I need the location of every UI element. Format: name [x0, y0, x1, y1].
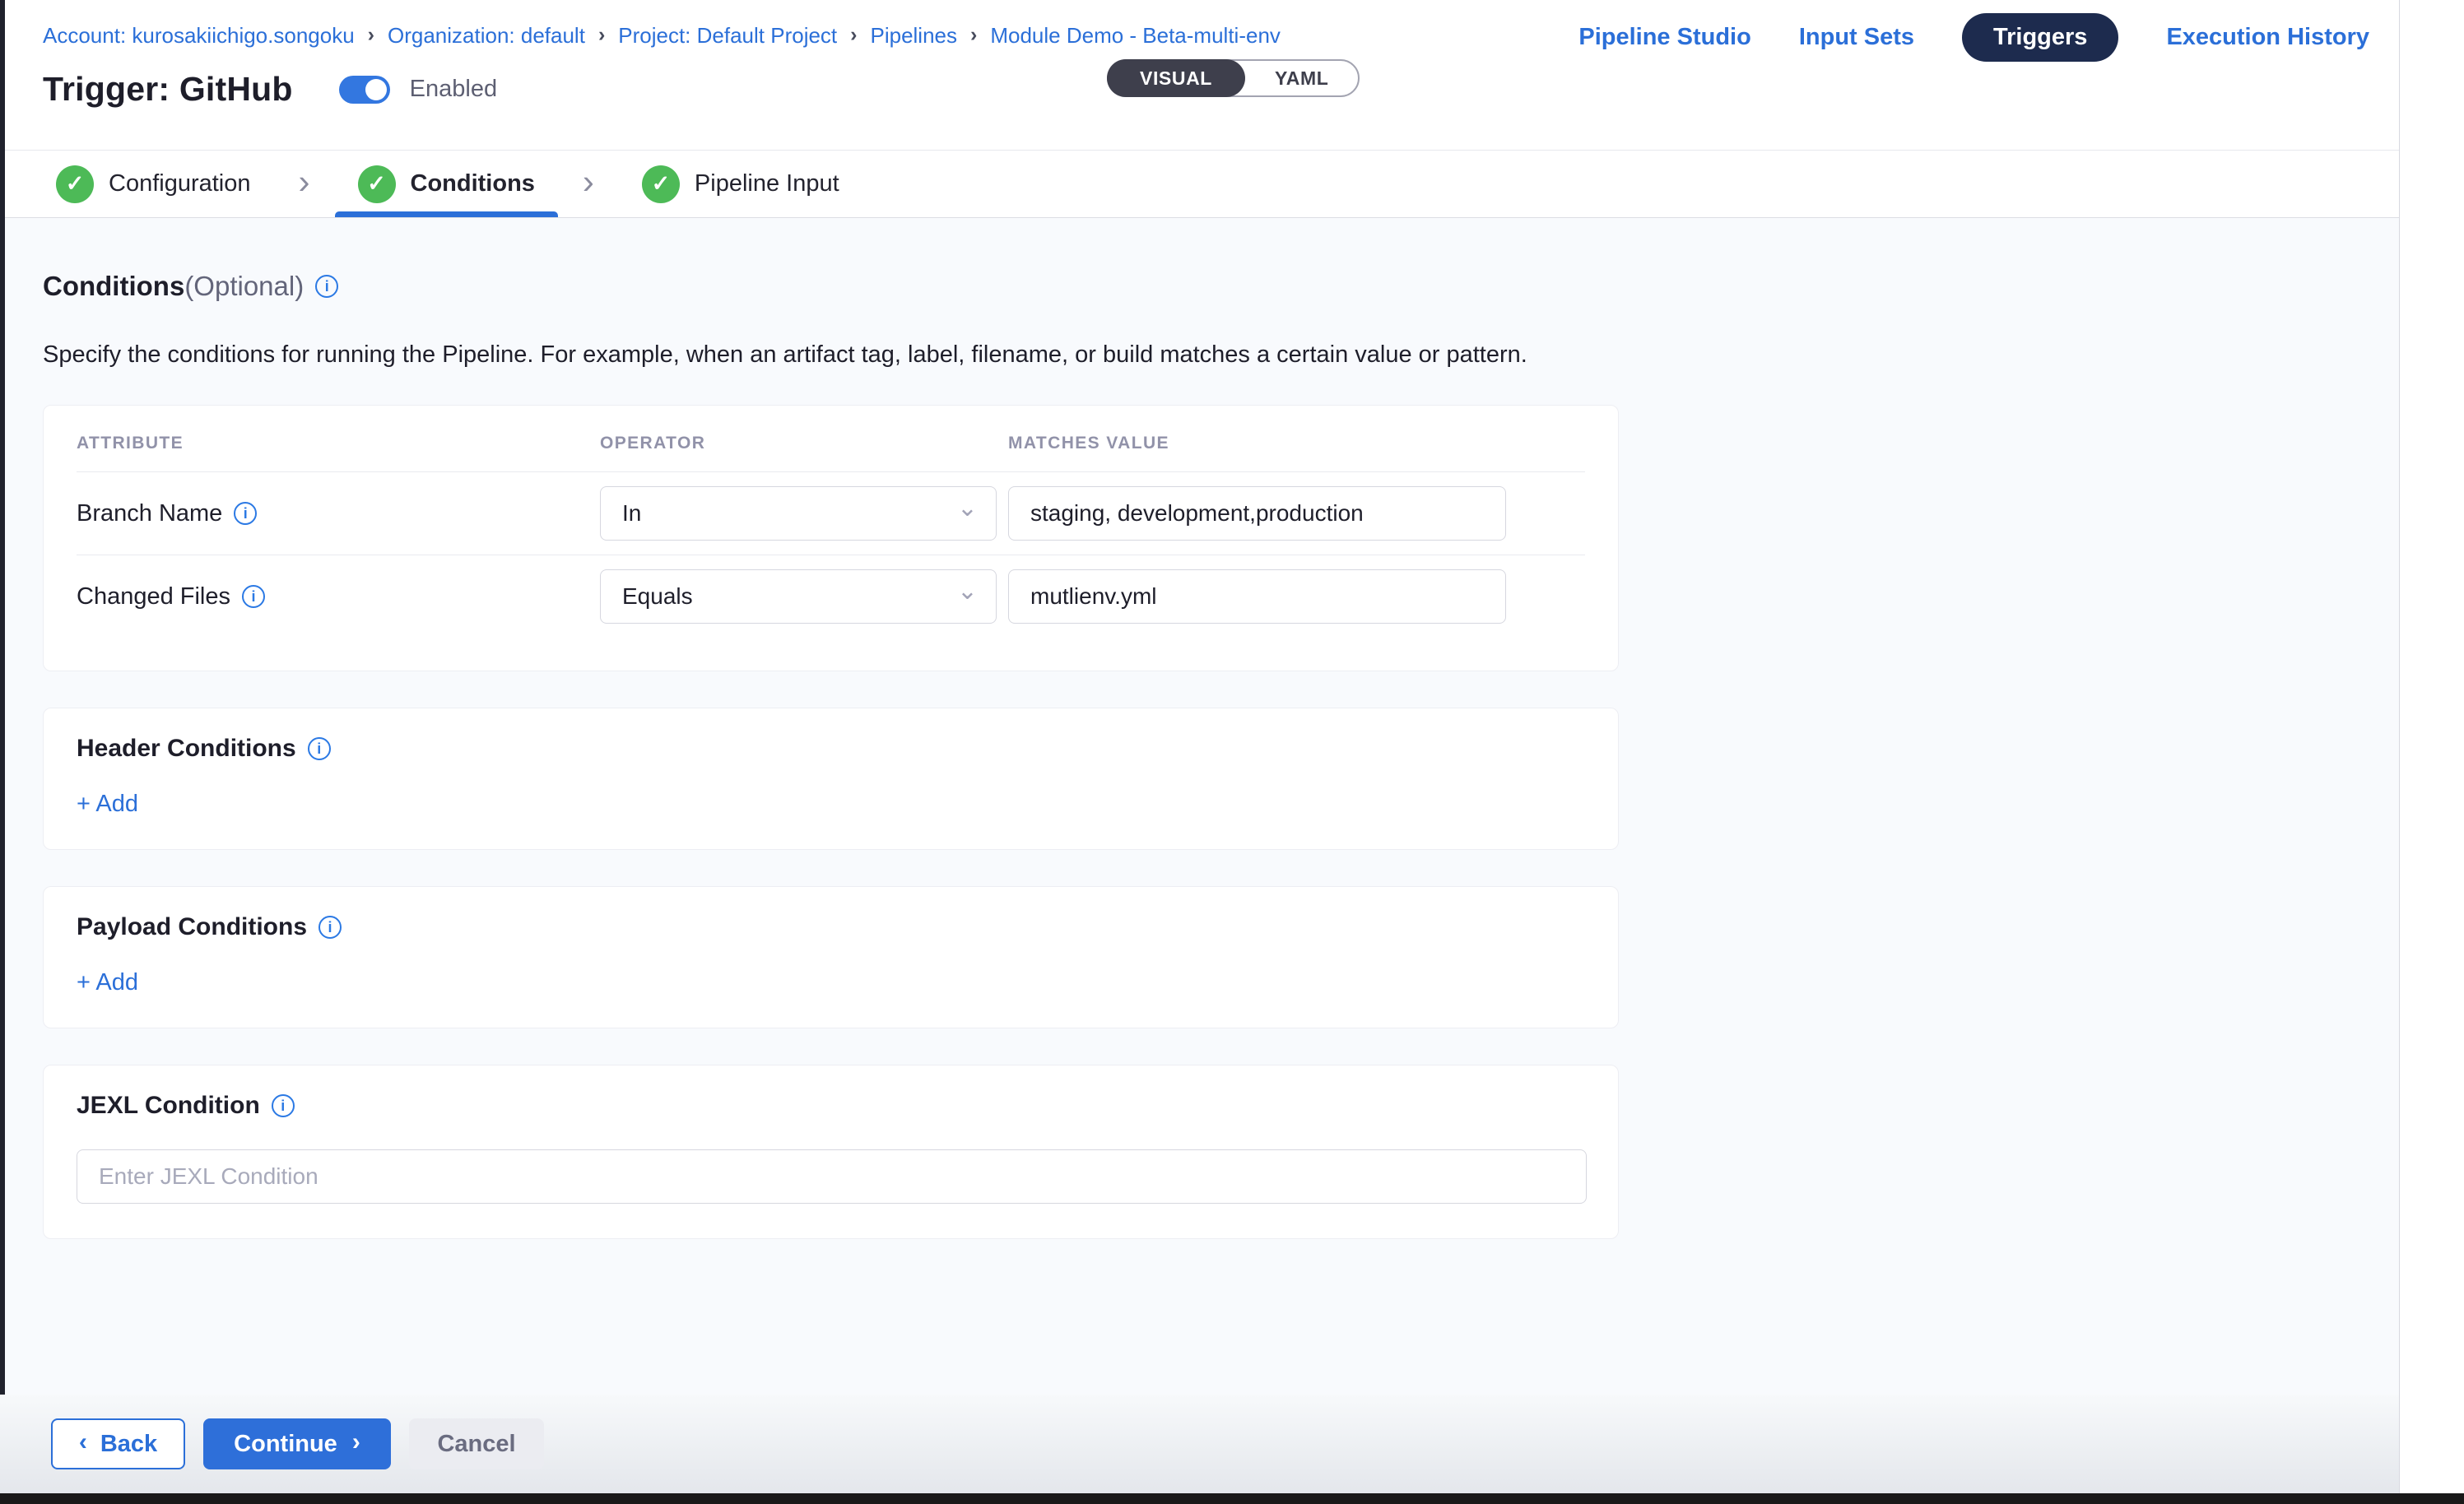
matches-value-input[interactable]: [1008, 486, 1506, 541]
info-icon[interactable]: i: [234, 502, 257, 525]
add-payload-condition-button[interactable]: + Add: [77, 969, 138, 996]
app-root: Account: kurosakiichigo.songoku › Organi…: [0, 0, 2464, 1504]
check-circle-icon: ✓: [56, 165, 94, 203]
header-conditions-card: Header Conditions i + Add: [43, 708, 1619, 850]
info-icon[interactable]: i: [308, 737, 331, 760]
column-header-attribute: ATTRIBUTE: [77, 434, 588, 453]
conditions-optional-text: (Optional): [184, 271, 304, 302]
chevron-down-icon: ⌄: [957, 496, 978, 521]
section-title-text: Header Conditions: [77, 735, 296, 763]
toggle-knob: [365, 79, 387, 100]
pipeline-top-nav: Pipeline Studio Input Sets Triggers Exec…: [1578, 13, 2369, 62]
chevron-down-icon: ⌄: [957, 579, 978, 604]
attribute-label: Branch Name i: [77, 500, 588, 527]
back-button-label: Back: [100, 1431, 157, 1458]
chevron-right-icon: ›: [583, 162, 594, 202]
wizard-footer: ‹ Back Continue › Cancel: [0, 1395, 2399, 1504]
column-header-matches-value: MATCHES VALUE: [1008, 434, 1506, 453]
conditions-panel: Conditions (Optional) i Specify the cond…: [0, 218, 2399, 1395]
info-icon[interactable]: i: [315, 275, 338, 298]
step-label: Conditions: [411, 170, 535, 197]
cancel-button[interactable]: Cancel: [409, 1418, 544, 1469]
visual-yaml-toggle: VISUAL YAML: [1107, 59, 1360, 97]
chevron-right-icon: ›: [598, 23, 605, 47]
cancel-button-label: Cancel: [437, 1431, 515, 1458]
step-label: Configuration: [109, 170, 251, 197]
section-title-text: Payload Conditions: [77, 913, 307, 941]
breadcrumb-link-pipelines[interactable]: Pipelines: [870, 23, 957, 49]
chevron-right-icon: ›: [970, 23, 977, 47]
info-icon[interactable]: i: [318, 916, 342, 939]
step-label: Pipeline Input: [695, 170, 839, 197]
operator-select[interactable]: In ⌄: [600, 486, 997, 541]
operator-selected-value: In: [622, 500, 641, 527]
back-button[interactable]: ‹ Back: [51, 1418, 185, 1469]
column-header-operator: OPERATOR: [600, 434, 997, 453]
operator-selected-value: Equals: [622, 583, 693, 610]
yaml-toggle-option[interactable]: YAML: [1245, 61, 1358, 95]
page-header: Account: kurosakiichigo.songoku › Organi…: [0, 0, 2399, 151]
right-side-panel: [2399, 0, 2464, 1504]
conditions-table-header: ATTRIBUTE OPERATOR MATCHES VALUE: [77, 434, 1585, 471]
matches-value-input[interactable]: [1008, 569, 1506, 624]
info-icon[interactable]: i: [272, 1094, 295, 1117]
breadcrumb-link-account[interactable]: Account: kurosakiichigo.songoku: [43, 23, 355, 49]
check-circle-icon: ✓: [642, 165, 680, 203]
payload-conditions-card: Payload Conditions i + Add: [43, 886, 1619, 1028]
add-header-condition-button[interactable]: + Add: [77, 791, 138, 818]
collapsed-sidebar-edge: [0, 0, 5, 1395]
main-column: Account: kurosakiichigo.songoku › Organi…: [0, 0, 2399, 1504]
attribute-name: Branch Name: [77, 500, 222, 527]
conditions-heading-text: Conditions: [43, 271, 184, 302]
attribute-name: Changed Files: [77, 583, 230, 610]
enabled-label: Enabled: [410, 76, 497, 103]
check-circle-icon: ✓: [358, 165, 396, 203]
nav-input-sets[interactable]: Input Sets: [1799, 24, 1914, 51]
info-icon[interactable]: i: [242, 585, 265, 608]
bottom-screen-edge: [0, 1493, 2464, 1504]
table-row: Branch Name i In ⌄: [77, 471, 1585, 555]
nav-pipeline-studio[interactable]: Pipeline Studio: [1578, 24, 1750, 51]
jexl-condition-input[interactable]: [77, 1149, 1587, 1204]
jexl-condition-title: JEXL Condition i: [77, 1092, 1585, 1120]
page-title: Trigger: GitHub: [43, 70, 293, 109]
breadcrumb-link-project[interactable]: Project: Default Project: [618, 23, 837, 49]
breadcrumb-link-pipeline-name[interactable]: Module Demo - Beta-multi-env: [990, 23, 1281, 49]
chevron-right-icon: ›: [368, 23, 374, 47]
jexl-condition-card: JEXL Condition i: [43, 1065, 1619, 1239]
step-conditions[interactable]: ✓ Conditions: [335, 151, 558, 217]
chevron-left-icon: ‹: [79, 1430, 87, 1455]
nav-triggers[interactable]: Triggers: [1962, 13, 2118, 62]
chevron-right-icon: ›: [850, 23, 857, 47]
nav-execution-history[interactable]: Execution History: [2166, 24, 2369, 51]
table-row: Changed Files i Equals ⌄: [77, 555, 1585, 638]
attribute-label: Changed Files i: [77, 583, 588, 610]
step-configuration[interactable]: ✓ Configuration: [33, 151, 274, 217]
conditions-heading: Conditions (Optional) i: [43, 271, 2399, 302]
visual-toggle-option[interactable]: VISUAL: [1107, 59, 1245, 97]
continue-button-label: Continue: [234, 1431, 337, 1458]
operator-select[interactable]: Equals ⌄: [600, 569, 997, 624]
section-title-text: JEXL Condition: [77, 1092, 260, 1120]
step-pipeline-input[interactable]: ✓ Pipeline Input: [619, 151, 862, 217]
continue-button[interactable]: Continue ›: [203, 1418, 391, 1469]
payload-conditions-title: Payload Conditions i: [77, 913, 1585, 941]
conditions-description: Specify the conditions for running the P…: [43, 341, 2399, 369]
header-conditions-title: Header Conditions i: [77, 735, 1585, 763]
breadcrumb-link-organization[interactable]: Organization: default: [388, 23, 585, 49]
enabled-toggle[interactable]: [339, 76, 390, 104]
attribute-conditions-card: ATTRIBUTE OPERATOR MATCHES VALUE Branch …: [43, 405, 1619, 671]
chevron-right-icon: ›: [352, 1430, 360, 1455]
chevron-right-icon: ›: [299, 162, 310, 202]
wizard-steps: ✓ Configuration › ✓ Conditions › ✓ Pipel…: [0, 151, 2399, 218]
